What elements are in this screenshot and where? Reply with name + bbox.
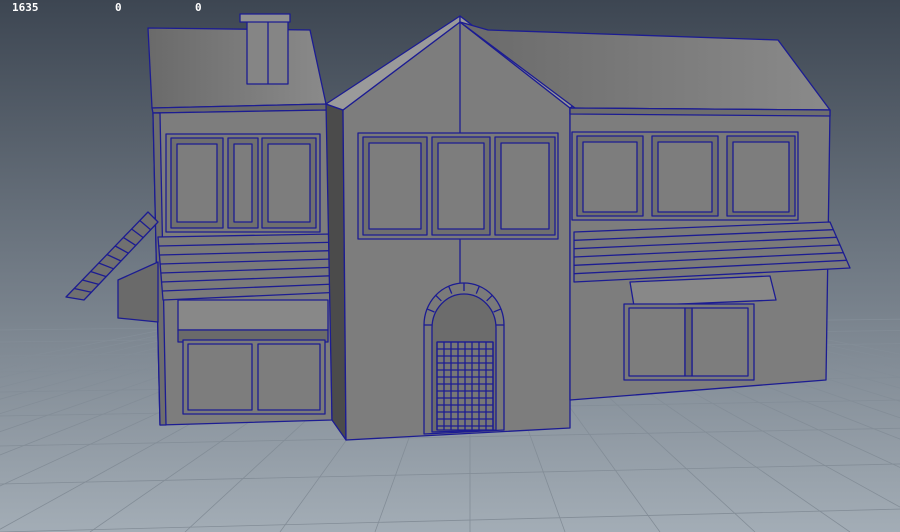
building-model[interactable] bbox=[65, 13, 851, 441]
left-shop-window bbox=[177, 299, 329, 415]
viewport-3d[interactable]: 1635 0 0 bbox=[0, 0, 900, 532]
arched-doorway bbox=[423, 282, 505, 435]
hud-value-3: 0 bbox=[195, 1, 202, 14]
left-roof bbox=[147, 27, 327, 109]
right-upper-windows bbox=[571, 131, 799, 221]
right-shop-window bbox=[623, 275, 777, 381]
hud-value-2: 0 bbox=[115, 1, 122, 14]
hud-value-1: 1635 bbox=[12, 1, 39, 14]
left-upper-windows bbox=[165, 133, 321, 233]
scene-canvas[interactable] bbox=[0, 0, 900, 532]
center-upper-windows bbox=[357, 132, 559, 240]
chimney-cap bbox=[239, 13, 291, 23]
right-wall-trim bbox=[569, 107, 831, 117]
